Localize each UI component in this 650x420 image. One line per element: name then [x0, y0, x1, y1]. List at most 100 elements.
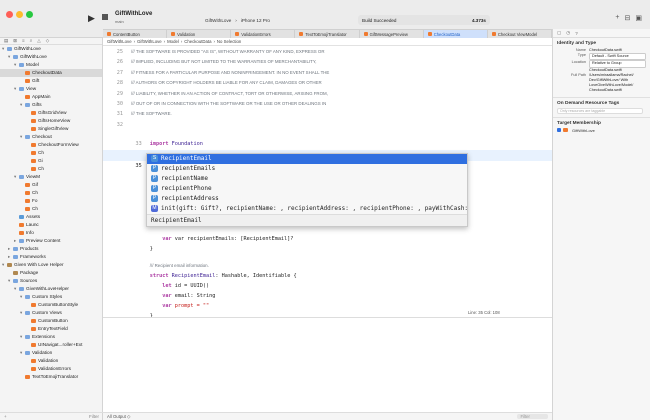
minimize-window-button[interactable]: [16, 11, 23, 18]
find-icon[interactable]: ⌕: [30, 38, 33, 44]
run-icon[interactable]: ▶: [88, 13, 95, 24]
navigator-item[interactable]: ▾ Extensions: [0, 333, 102, 341]
navigator-item[interactable]: Ch: [0, 205, 102, 213]
navigator-item[interactable]: Validation: [0, 357, 102, 365]
autocomplete-item[interactable]: PrecipientName: [147, 174, 467, 184]
checkbox-icon[interactable]: [557, 128, 561, 133]
navigator-item[interactable]: ▾ GiveWithLoveHelper: [0, 285, 102, 293]
close-window-button[interactable]: [6, 11, 13, 18]
tab-validationerrors[interactable]: ValidationErrors: [231, 30, 296, 38]
breadcrumb-item[interactable]: GiftWithLove: [107, 39, 132, 44]
inspector-toggle-icon[interactable]: ▣: [635, 14, 642, 22]
scheme-device[interactable]: iPhone 12 Pro: [241, 18, 270, 23]
navigator-item-label: Products: [20, 246, 39, 251]
code-line: 28/// AUTHORS OR COPYRIGHT HOLDERS BE LI…: [103, 78, 552, 89]
navigator-item[interactable]: Assets: [0, 213, 102, 221]
test-icon[interactable]: ◇: [46, 38, 49, 44]
navigator-item[interactable]: ▾ Model: [0, 61, 102, 69]
navigator-item[interactable]: Launc: [0, 221, 102, 229]
history-icon[interactable]: ◷: [566, 30, 570, 36]
navigator-item[interactable]: ▾ Checkout: [0, 133, 102, 141]
navigator-item[interactable]: ▸ Frameworks: [0, 253, 102, 261]
split-editor-icon[interactable]: ⊟: [625, 14, 631, 22]
navigator-item[interactable]: ▾ View: [0, 85, 102, 93]
output-selector[interactable]: All Output ◇: [107, 414, 130, 420]
swift-icon: [25, 198, 30, 203]
navigator-item[interactable]: EntryTextField: [0, 325, 102, 333]
navigator-item[interactable]: ▾ GiftWithLove: [0, 45, 102, 53]
navigator-item[interactable]: Ch: [0, 165, 102, 173]
navigator-item[interactable]: ▾ ViewM: [0, 173, 102, 181]
navigator-item[interactable]: ▸ Preview Content: [0, 237, 102, 245]
navigator-item[interactable]: ValidationErrors: [0, 365, 102, 373]
navigator-item[interactable]: ▾ Sources: [0, 277, 102, 285]
navigator-item[interactable]: ▾ Custom Styles: [0, 293, 102, 301]
autocomplete-doc: RecipientEmail: [147, 214, 467, 226]
navigator-item[interactable]: ▾ Given With Love Helper: [0, 261, 102, 269]
quick-help-icon[interactable]: ?: [575, 31, 578, 36]
navigator-item[interactable]: Ch: [0, 189, 102, 197]
scheme-selector[interactable]: GiftWithLove › iPhone 12 Pro: [205, 15, 270, 25]
inspector-field-value[interactable]: Relative to Group: [589, 60, 646, 68]
folder-icon: [19, 238, 24, 243]
navigator-item[interactable]: AppMain: [0, 93, 102, 101]
tab-validation[interactable]: Validation: [167, 30, 232, 38]
navigator-item[interactable]: ▾ Validation: [0, 349, 102, 357]
navigator-filter-input[interactable]: Filter: [89, 414, 99, 419]
stop-icon[interactable]: [102, 14, 108, 20]
autocomplete-item[interactable]: Minit(gift: Gift?, recipientName: , reci…: [147, 204, 467, 214]
navigator-item[interactable]: Fo: [0, 197, 102, 205]
navigator-item[interactable]: GiftsGridView: [0, 109, 102, 117]
tab-contentbutton[interactable]: ContentButton: [103, 30, 168, 38]
navigator-item[interactable]: ▾ GiftWithLove: [0, 53, 102, 61]
navigator-item[interactable]: ▸ Products: [0, 245, 102, 253]
navigator-item[interactable]: Ch: [0, 149, 102, 157]
autocomplete-item-label: recipientPhone: [161, 185, 212, 192]
navigator-item[interactable]: CheckoutData: [0, 69, 102, 77]
navigator-item[interactable]: CheckoutFormView: [0, 141, 102, 149]
navigator-item[interactable]: CustomButtonStyle: [0, 301, 102, 309]
breadcrumb-item[interactable]: GiftWithLove: [137, 39, 162, 44]
tab-giftmessagepreview[interactable]: GiftMessagePreview: [360, 30, 424, 38]
file-inspector-icon[interactable]: ▢: [557, 30, 561, 36]
navigator-item[interactable]: SingleGiftView: [0, 125, 102, 133]
autocomplete-item[interactable]: PrecipientPhone: [147, 184, 467, 194]
breadcrumb-item[interactable]: CheckoutData: [184, 39, 211, 44]
inspector-field-value[interactable]: Default - Swift Source: [589, 53, 646, 61]
navigator-item-label: Fo: [32, 198, 38, 203]
debug-filter-input[interactable]: Filter: [517, 414, 548, 419]
breadcrumb-item[interactable]: No Selection: [217, 39, 241, 44]
add-icon[interactable]: +: [4, 414, 7, 419]
navigator-item[interactable]: Package: [0, 269, 102, 277]
tab-texttoemojitranslator[interactable]: TextToEmojiTranslator: [295, 30, 360, 38]
target-checkbox[interactable]: GiftWithLove: [557, 128, 646, 133]
navigator-item[interactable]: ▾ Gifts: [0, 101, 102, 109]
autocomplete-item[interactable]: PrecipientAddress: [147, 194, 467, 204]
zoom-window-button[interactable]: [26, 11, 33, 18]
navigator-item[interactable]: CustomButton: [0, 317, 102, 325]
navigator-item-label: Extensions: [32, 334, 55, 339]
navigator-item-label: Ch: [32, 190, 38, 195]
library-icon[interactable]: +: [615, 14, 619, 22]
tab-checkoutdata[interactable]: CheckoutData: [423, 30, 488, 38]
scheme-target[interactable]: GiftWithLove: [205, 18, 231, 23]
breadcrumb-item[interactable]: Model: [167, 39, 179, 44]
issue-icon[interactable]: △: [37, 38, 40, 44]
symbol-kind-icon: P: [151, 175, 158, 182]
navigator-item[interactable]: Gi: [0, 157, 102, 165]
navigator-item[interactable]: UINavigat...roller+Ext: [0, 341, 102, 349]
odr-tags-input[interactable]: Only resources are taggable: [557, 107, 643, 114]
navigator-item[interactable]: Gif: [0, 181, 102, 189]
source-control-icon[interactable]: ⊠: [13, 38, 17, 44]
tab-checkout-viewmodel[interactable]: Checkout ViewModel: [488, 30, 552, 38]
navigator-item[interactable]: GiftsHomeView: [0, 117, 102, 125]
autocomplete-item[interactable]: S RecipientEmail: [147, 154, 467, 164]
navigator-item[interactable]: TextToEmojiTranslator: [0, 373, 102, 381]
navigator-item[interactable]: ▾ Custom Views: [0, 309, 102, 317]
navigator-item[interactable]: Gift: [0, 77, 102, 85]
autocomplete-item[interactable]: PrecipientEmails: [147, 164, 467, 174]
navigator-item[interactable]: Info: [0, 229, 102, 237]
folder-icon[interactable]: ▤: [4, 38, 8, 44]
symbol-icon[interactable]: ≡: [22, 38, 25, 44]
code-line: 31/// THE SOFTWARE.: [103, 109, 552, 120]
